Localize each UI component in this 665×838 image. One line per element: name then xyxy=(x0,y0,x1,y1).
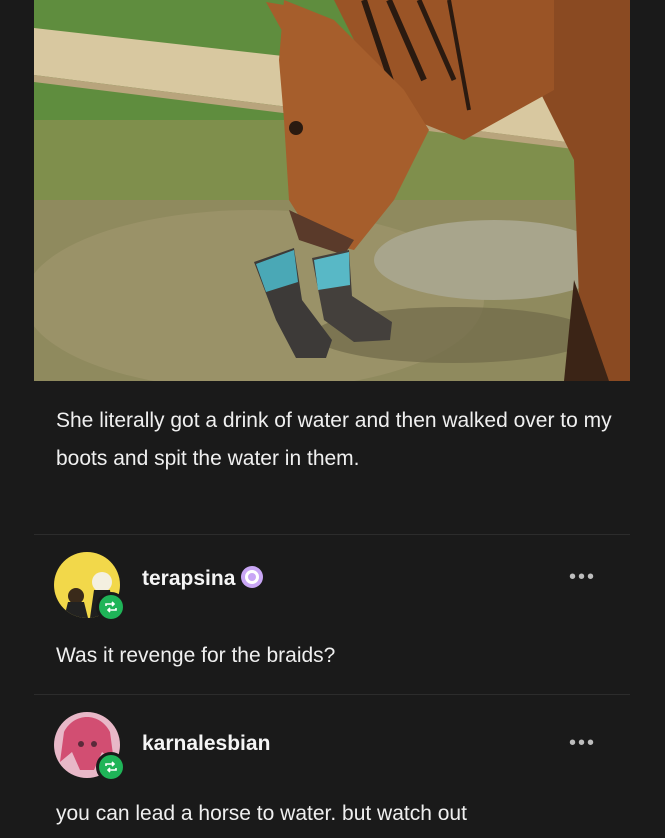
post-caption: She literally got a drink of water and t… xyxy=(56,409,612,470)
reblog-icon xyxy=(96,592,126,622)
reblog-entry: karnalesbian ••• you can lead a horse to… xyxy=(34,712,630,838)
reblog-comment: Was it revenge for the braids? xyxy=(56,644,336,667)
reblog-username[interactable]: karnalesbian xyxy=(142,732,270,756)
more-options-icon[interactable]: ••• xyxy=(569,733,596,753)
username-text: karnalesbian xyxy=(142,732,271,755)
reblog-icon xyxy=(96,752,126,782)
more-options-icon[interactable]: ••• xyxy=(569,567,596,587)
reblog-comment: you can lead a horse to water. but watch… xyxy=(56,802,467,825)
divider xyxy=(34,534,630,535)
reblog-entry: terapsina ••• Was it revenge for the bra… xyxy=(34,552,630,692)
reblog-username[interactable]: terapsina xyxy=(142,566,264,591)
verified-badge-icon xyxy=(241,566,264,588)
divider xyxy=(34,694,630,695)
horse-boots-photo xyxy=(34,0,630,381)
post-photo[interactable] xyxy=(34,0,630,381)
username-text: terapsina xyxy=(142,567,236,590)
